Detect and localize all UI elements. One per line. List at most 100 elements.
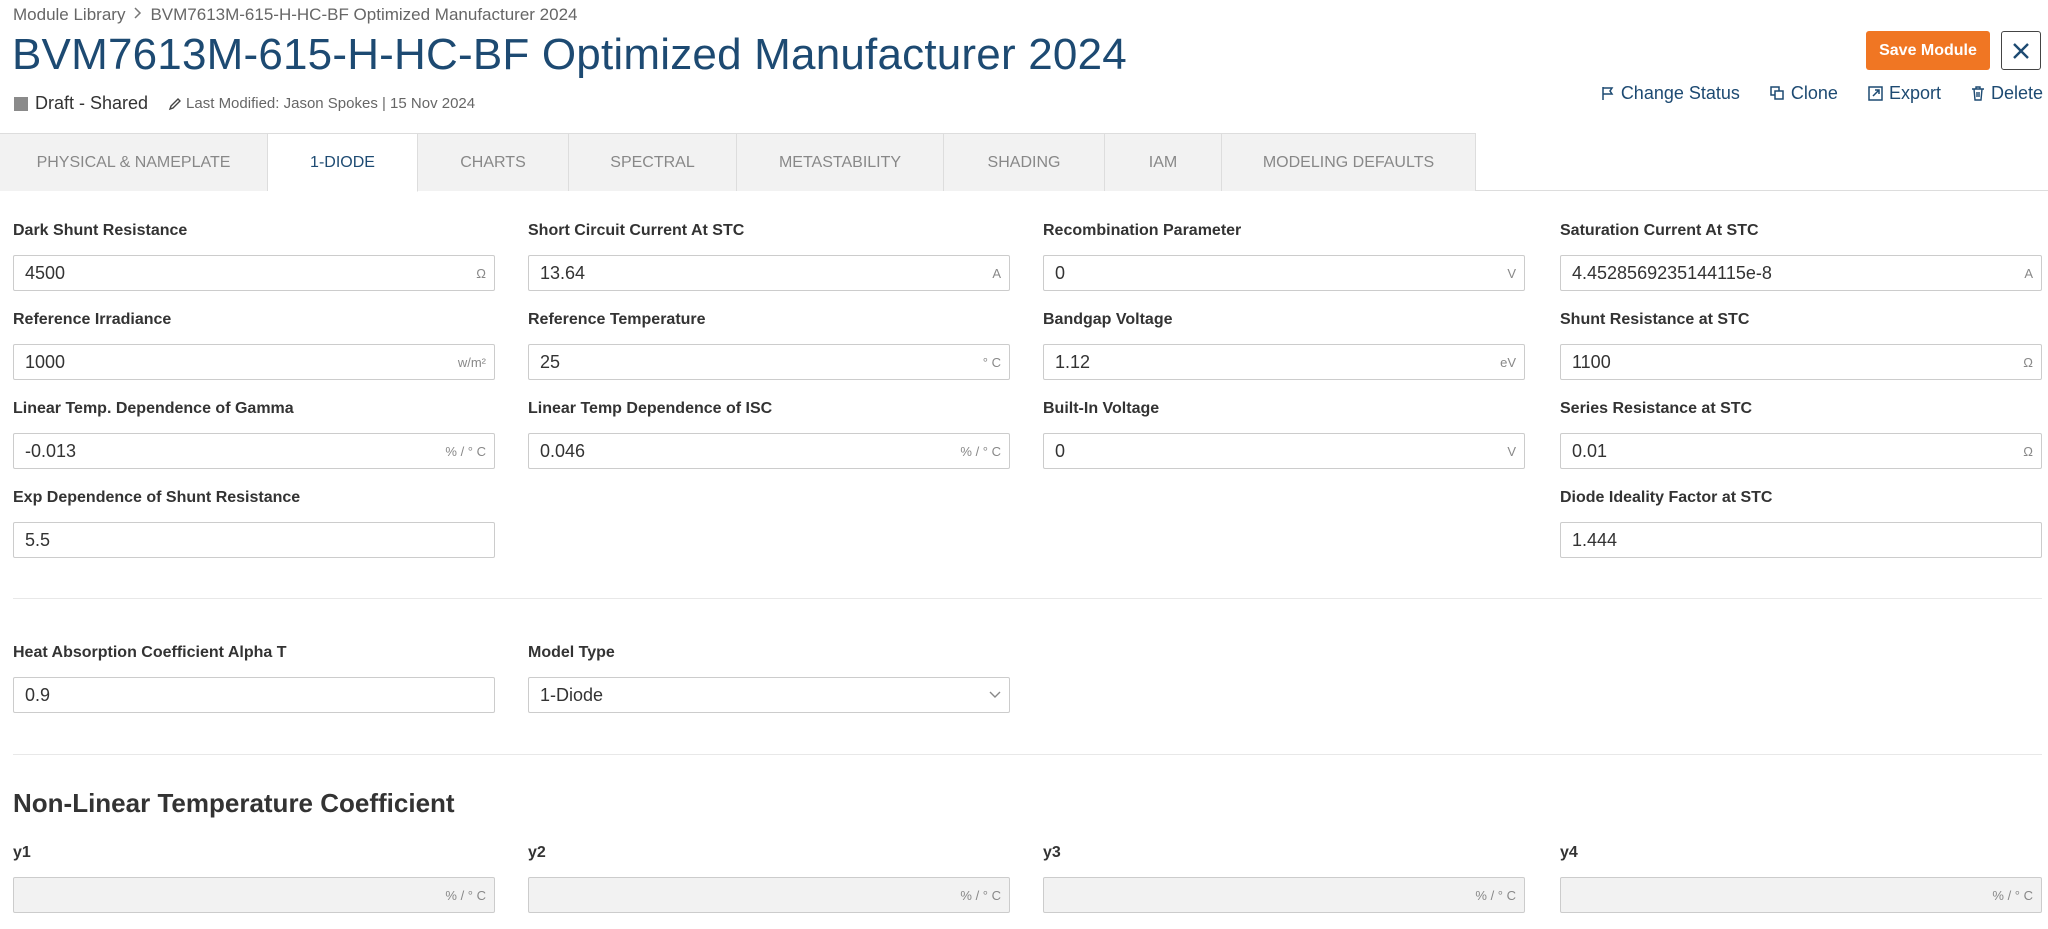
clone-icon [1770, 86, 1785, 101]
y1-field: y1 % / ° C [13, 844, 495, 913]
heat-absorption-field: Heat Absorption Coefficient Alpha T 0.9 [13, 644, 495, 713]
last-modified: Last Modified: Jason Spokes | 15 Nov 202… [186, 95, 476, 112]
input-value: 0 [1055, 440, 1066, 461]
breadcrumb-module-library[interactable]: Module Library [13, 5, 125, 25]
field-label: Reference Temperature [528, 311, 706, 328]
chevron-down-icon [989, 686, 1001, 704]
field-label: Saturation Current At STC [1560, 222, 1759, 239]
field-label: Bandgap Voltage [1043, 311, 1173, 328]
breadcrumb: Module Library BVM7613M-615-H-HC-BF Opti… [13, 5, 578, 25]
model-type-select[interactable]: 1-Diode [528, 677, 1010, 713]
clone-button[interactable]: Clone [1770, 83, 1838, 104]
input-value: 1000 [25, 351, 66, 372]
y2-input[interactable]: % / ° C [528, 877, 1010, 913]
y3-field: y3 % / ° C [1043, 844, 1525, 913]
field-label: Reference Irradiance [13, 311, 172, 328]
field-label: Linear Temp. Dependence of Gamma [13, 400, 294, 417]
breadcrumb-current: BVM7613M-615-H-HC-BF Optimized Manufactu… [150, 5, 578, 24]
field-label: Exp Dependence of Shunt Resistance [13, 489, 301, 506]
page-title: BVM7613M-615-H-HC-BF Optimized Manufactu… [12, 30, 1127, 79]
gamma-temp-dependence-field: Linear Temp. Dependence of Gamma -0.013 … [13, 400, 495, 469]
input-value: 0.9 [25, 684, 51, 705]
reference-temperature-input[interactable]: 25 ° C [528, 344, 1010, 380]
field-label: Recombination Parameter [1043, 222, 1242, 239]
unit-label: eV [1500, 354, 1516, 370]
tab-1-diode[interactable]: 1-DIODE [268, 133, 418, 192]
tab-modeling-defaults[interactable]: MODELING DEFAULTS [1222, 133, 1476, 191]
unit-label: % / ° C [960, 443, 1001, 459]
tab-metastability[interactable]: METASTABILITY [737, 133, 944, 191]
saturation-current-field: Saturation Current At STC 4.452856923514… [1560, 222, 2042, 291]
status-indicator-icon [14, 96, 28, 111]
select-value: 1-Diode [540, 684, 604, 705]
unit-label: A [2024, 265, 2033, 281]
y3-input[interactable]: % / ° C [1043, 877, 1525, 913]
chevron-right-icon [133, 6, 142, 24]
unit-label: Ω [2023, 443, 2033, 459]
unit-label: % / ° C [1992, 887, 2033, 903]
isc-temp-dependence-input[interactable]: 0.046 % / ° C [528, 433, 1010, 469]
save-module-button[interactable]: Save Module [1866, 31, 1990, 70]
close-icon [2013, 42, 2029, 59]
unit-label: % / ° C [960, 887, 1001, 903]
field-label: y1 [13, 844, 31, 861]
bandgap-voltage-field: Bandgap Voltage 1.12 eV [1043, 311, 1525, 380]
field-label: Shunt Resistance at STC [1560, 311, 1750, 328]
flag-icon [1601, 86, 1615, 101]
short-circuit-current-field: Short Circuit Current At STC 13.64 A [528, 222, 1010, 291]
close-button[interactable] [2001, 31, 2041, 70]
built-in-voltage-input[interactable]: 0 V [1043, 433, 1525, 469]
reference-temperature-field: Reference Temperature 25 ° C [528, 311, 1010, 380]
change-status-label: Change Status [1620, 83, 1740, 103]
heat-absorption-input[interactable]: 0.9 [13, 677, 495, 713]
input-value: 5.5 [25, 529, 51, 550]
series-resistance-stc-input[interactable]: 0.01 Ω [1560, 433, 2042, 469]
tab-physical-nameplate[interactable]: PHYSICAL & NAMEPLATE [0, 133, 268, 191]
action-bar: Change Status Clone Export Delete [1601, 83, 2043, 104]
field-label: Built-In Voltage [1043, 400, 1160, 417]
section-divider [13, 598, 2042, 599]
short-circuit-current-input[interactable]: 13.64 A [528, 255, 1010, 291]
section-divider [13, 754, 2042, 755]
input-value: 4.4528569235144115e-8 [1572, 262, 1772, 283]
tab-shading[interactable]: SHADING [944, 133, 1105, 191]
status-label: Draft - Shared [35, 93, 149, 113]
saturation-current-input[interactable]: 4.4528569235144115e-8 A [1560, 255, 2042, 291]
model-type-field: Model Type 1-Diode [528, 644, 1010, 713]
bandgap-voltage-input[interactable]: 1.12 eV [1043, 344, 1525, 380]
input-value: 1.12 [1055, 351, 1091, 372]
section-title: Non-Linear Temperature Coefficient [13, 788, 455, 818]
recombination-parameter-input[interactable]: 0 V [1043, 255, 1525, 291]
input-value: 1100 [1572, 351, 1611, 372]
isc-temp-dependence-field: Linear Temp Dependence of ISC 0.046 % / … [528, 400, 1010, 469]
field-label: y2 [528, 844, 546, 861]
unit-label: % / ° C [445, 443, 486, 459]
shunt-resistance-stc-input[interactable]: 1100 Ω [1560, 344, 2042, 380]
y4-input[interactable]: % / ° C [1560, 877, 2042, 913]
dark-shunt-resistance-input[interactable]: 4500 Ω [13, 255, 495, 291]
delete-button[interactable]: Delete [1971, 83, 2043, 104]
export-button[interactable]: Export [1868, 83, 1941, 104]
tab-bar: PHYSICAL & NAMEPLATE 1-DIODE CHARTS SPEC… [0, 133, 1476, 192]
change-status-button[interactable]: Change Status [1601, 83, 1740, 104]
reference-irradiance-input[interactable]: 1000 w/m² [13, 344, 495, 380]
input-value: 0 [1055, 262, 1066, 283]
tab-iam[interactable]: IAM [1105, 133, 1222, 191]
unit-label: ° C [982, 354, 1001, 370]
y2-field: y2 % / ° C [528, 844, 1010, 913]
gamma-temp-dependence-input[interactable]: -0.013 % / ° C [13, 433, 495, 469]
tab-charts[interactable]: CHARTS [418, 133, 569, 191]
unit-label: V [1507, 443, 1516, 459]
unit-label: % / ° C [1475, 887, 1516, 903]
export-label: Export [1888, 83, 1941, 103]
exp-shunt-resistance-field: Exp Dependence of Shunt Resistance 5.5 [13, 489, 495, 558]
y4-field: y4 % / ° C [1560, 844, 2042, 913]
input-value: 25 [540, 351, 561, 372]
exp-shunt-resistance-input[interactable]: 5.5 [13, 522, 495, 558]
tab-spectral[interactable]: SPECTRAL [569, 133, 737, 191]
diode-ideality-factor-input[interactable]: 1.444 [1560, 522, 2042, 558]
field-label: Linear Temp Dependence of ISC [528, 400, 773, 417]
field-label: Dark Shunt Resistance [13, 222, 188, 239]
y1-input[interactable]: % / ° C [13, 877, 495, 913]
delete-label: Delete [1990, 83, 2043, 103]
